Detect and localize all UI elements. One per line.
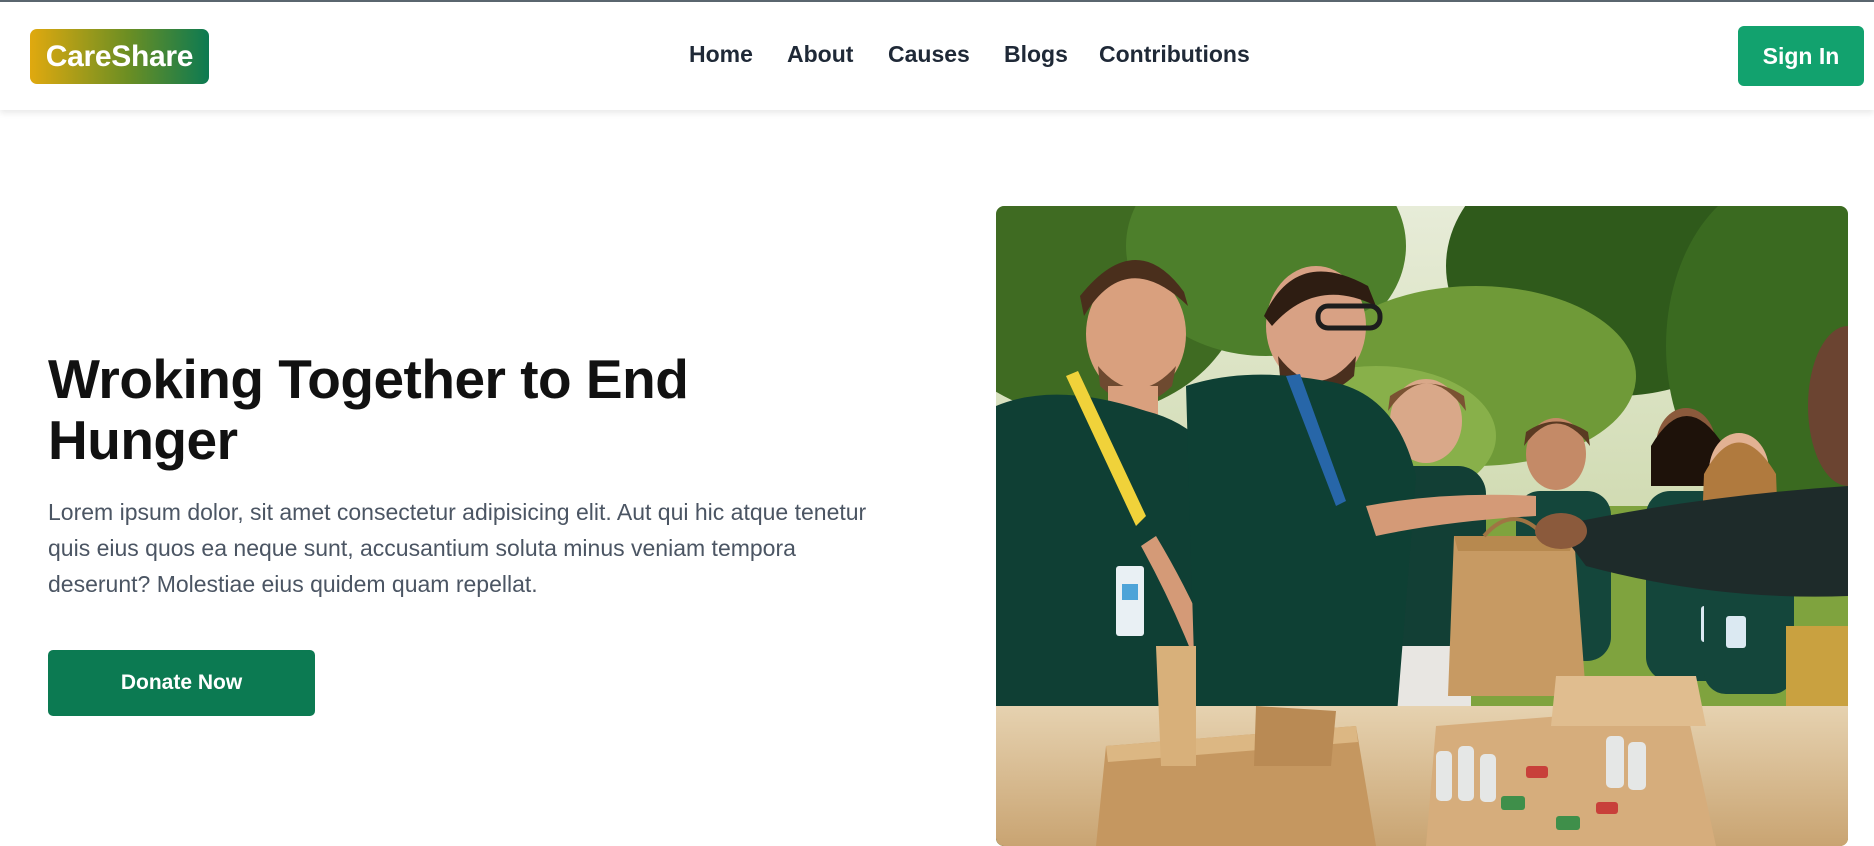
volunteers-photo-illustration	[996, 206, 1848, 846]
nav-causes[interactable]: Causes	[888, 41, 970, 68]
nav-about[interactable]: About	[787, 41, 853, 68]
logo[interactable]: CareShare	[30, 29, 209, 84]
nav-contributions[interactable]: Contributions	[1099, 41, 1250, 68]
site-header: CareShare Home About Causes Blogs Contri…	[0, 2, 1874, 110]
sign-in-button[interactable]: Sign In	[1738, 26, 1864, 86]
nav-blogs[interactable]: Blogs	[1004, 41, 1068, 68]
nav-home[interactable]: Home	[689, 41, 753, 68]
hero-image	[996, 206, 1848, 846]
hero-description: Lorem ipsum dolor, sit amet consectetur …	[48, 499, 867, 597]
donate-now-button[interactable]: Donate Now	[48, 650, 315, 716]
hero-title: Wroking Together to End Hunger	[48, 348, 689, 471]
main-nav: Home About Causes Blogs Contributions	[0, 2, 1874, 110]
